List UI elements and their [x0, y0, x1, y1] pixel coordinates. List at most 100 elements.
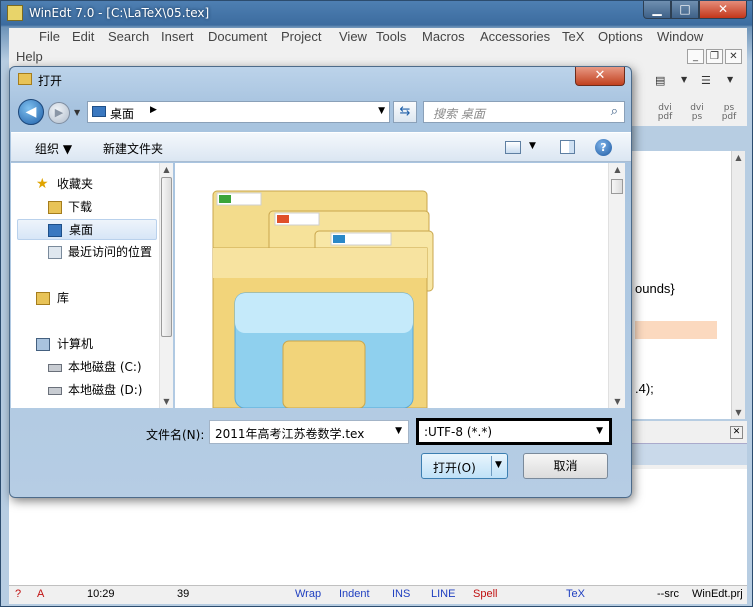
address-dropdown-icon[interactable]: ▼ [378, 106, 385, 116]
file-list-scrollbar[interactable]: ▲ ▼ [608, 163, 625, 408]
title-bar[interactable]: WinEdt 7.0 - [C:\LaTeX\05.tex] ▁ □ ✕ [1, 1, 752, 27]
status-mode[interactable]: A [37, 588, 44, 600]
nav-item-downloads[interactable]: 下载 [11, 197, 159, 218]
preview-pane-icon[interactable] [560, 140, 575, 154]
menu-project[interactable]: Project [281, 29, 321, 44]
menu-bar: File Edit Search Insert Document Project… [9, 28, 747, 68]
status-line[interactable]: LINE [431, 588, 455, 600]
ps-pdf-button[interactable]: ps pdf [719, 104, 739, 122]
nav-item-computer[interactable]: 计算机 [11, 334, 159, 355]
change-view-icon[interactable] [505, 141, 521, 154]
dvi-ps-button[interactable]: dvi ps [687, 104, 707, 122]
minimize-button[interactable]: ▁ [643, 1, 671, 19]
forward-button[interactable]: ▶ [48, 102, 70, 124]
status-wrap[interactable]: Wrap [295, 588, 321, 600]
desktop-icon [48, 224, 62, 237]
status-project[interactable]: WinEdt.prj [692, 588, 743, 600]
menu-macros[interactable]: Macros [422, 29, 465, 44]
organize-button[interactable]: 组织 ▼ [35, 140, 72, 157]
doc-minimize-button[interactable]: _ [687, 49, 704, 64]
file-list-scroll-thumb[interactable] [611, 179, 623, 194]
menu-insert[interactable]: Insert [161, 29, 194, 44]
indent-icon[interactable]: ☰ [701, 74, 711, 87]
filename-value[interactable]: 2011年高考江苏卷数学.tex [215, 425, 364, 442]
scroll-up-icon[interactable]: ▲ [160, 163, 173, 176]
toolbar: ▤ ▼ ☰ ▼ dvi pdf dvi ps ps pdf [631, 68, 747, 126]
editor-text-line: .4); [635, 381, 654, 396]
command-bar: 组织 ▼ 新建文件夹 ▼ ? [11, 132, 631, 162]
doc-restore-button[interactable]: ❐ [706, 49, 723, 64]
list-view-icon[interactable]: ▤ [655, 74, 665, 87]
nav-item-libraries[interactable]: 库 [11, 288, 159, 309]
dvi-pdf-button[interactable]: dvi pdf [655, 104, 675, 122]
nav-item-desktop[interactable]: 桌面 [17, 219, 157, 240]
menu-tools[interactable]: Tools [376, 29, 406, 44]
status-help[interactable]: ? [15, 588, 21, 600]
search-icon[interactable]: ⌕ [611, 104, 618, 119]
open-button-label[interactable]: 打开(O) [433, 459, 476, 476]
doc-close-button[interactable]: ✕ [725, 49, 742, 64]
filename-field[interactable]: 2011年高考江苏卷数学.tex ▼ [209, 420, 409, 444]
cancel-button[interactable]: 取消 [523, 453, 608, 479]
address-bar[interactable]: 桌面 ▶ ▼ [87, 101, 390, 123]
menu-tex[interactable]: TeX [562, 29, 584, 44]
filetype-dropdown-icon[interactable]: ▼ [596, 426, 603, 436]
editor-scrollbar[interactable]: ▲ ▼ [731, 151, 745, 419]
bottom-pane: ✕ [631, 421, 747, 469]
scroll-up-icon[interactable]: ▲ [732, 151, 745, 164]
nav-item-drive-c[interactable]: 本地磁盘 (C:) [11, 357, 159, 378]
nav-item-drive-d[interactable]: 本地磁盘 (D:) [11, 380, 159, 401]
menu-file[interactable]: File [39, 29, 60, 44]
open-options-dropdown-icon[interactable]: ▼ [495, 460, 502, 470]
refresh-button[interactable]: ⇆ [393, 101, 417, 123]
status-src[interactable]: --src [657, 588, 679, 600]
history-dropdown-icon[interactable]: ▼ [74, 108, 80, 117]
help-icon[interactable]: ? [595, 139, 612, 156]
menu-document[interactable]: Document [208, 29, 267, 44]
maximize-button[interactable]: □ [671, 1, 699, 19]
libraries-folder-graphic [212, 190, 434, 408]
filetype-select[interactable]: :UTF-8 (*.*) ▼ [416, 418, 612, 445]
nav-scrollbar[interactable]: ▲ ▼ [159, 163, 173, 408]
menu-options[interactable]: Options [598, 29, 643, 44]
scroll-up-icon[interactable]: ▲ [611, 163, 624, 176]
new-folder-button[interactable]: 新建文件夹 [103, 140, 163, 157]
menu-accessories[interactable]: Accessories [480, 29, 550, 44]
nav-scroll-thumb[interactable] [161, 177, 172, 337]
search-input[interactable]: 搜索 桌面 ⌕ [423, 101, 625, 123]
status-ins[interactable]: INS [392, 588, 410, 600]
scroll-down-icon[interactable]: ▼ [160, 395, 173, 408]
breadcrumb-arrow-icon[interactable]: ▶ [150, 105, 157, 115]
open-button[interactable]: 打开(O) ▼ [421, 453, 508, 479]
status-tex[interactable]: TeX [566, 588, 585, 600]
menu-help[interactable]: Help [16, 49, 43, 64]
filename-label: 文件名(N): [146, 428, 205, 442]
document-window-controls: _ ❐ ✕ [685, 49, 743, 65]
dropdown-arrow-icon[interactable]: ▼ [727, 75, 733, 84]
pane-close-icon[interactable]: ✕ [730, 426, 743, 439]
close-button[interactable]: ✕ [699, 1, 747, 19]
back-button[interactable]: ◀ [18, 99, 44, 125]
menu-edit[interactable]: Edit [72, 29, 94, 44]
filetype-value[interactable]: :UTF-8 (*.*) [424, 425, 492, 439]
status-bar: ? A 10:29 39 Wrap Indent INS LINE Spell … [9, 585, 747, 604]
status-spell[interactable]: Spell [473, 588, 497, 600]
menu-window[interactable]: Window [657, 29, 703, 44]
scroll-down-icon[interactable]: ▼ [611, 395, 624, 408]
scroll-down-icon[interactable]: ▼ [732, 406, 745, 419]
view-dropdown-icon[interactable]: ▼ [529, 141, 536, 151]
folder-icon [18, 73, 32, 85]
menu-search[interactable]: Search [108, 29, 149, 44]
filename-dropdown-icon[interactable]: ▼ [395, 426, 402, 436]
drive-c-icon [48, 364, 62, 372]
dialog-close-button[interactable]: ✕ [575, 67, 625, 86]
editor-area[interactable]: ounds} .4); [631, 151, 731, 419]
menu-view[interactable]: View [339, 29, 367, 44]
file-list-pane[interactable]: ▲ ▼ [175, 163, 625, 408]
nav-item-recent-places[interactable]: 最近访问的位置 [11, 242, 159, 263]
computer-icon [36, 338, 50, 351]
nav-item-favorites[interactable]: ★ 收藏夹 [11, 174, 159, 195]
status-indent[interactable]: Indent [339, 588, 370, 600]
address-location[interactable]: 桌面 [110, 105, 134, 122]
dropdown-arrow-icon[interactable]: ▼ [681, 75, 687, 84]
